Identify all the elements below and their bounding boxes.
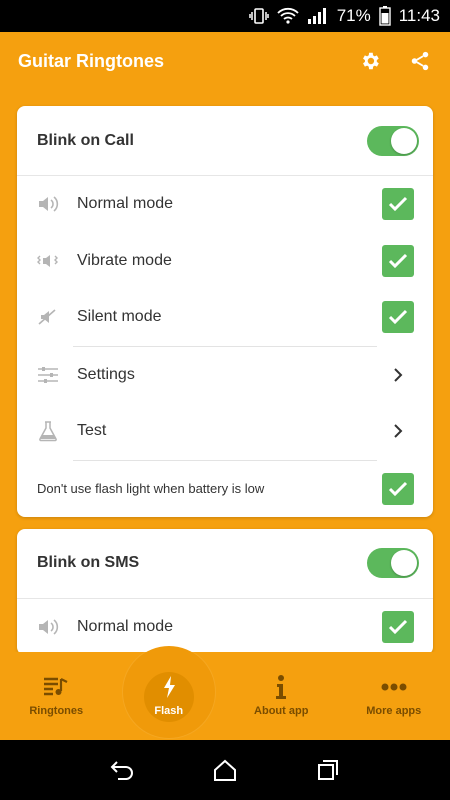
vibrate-mode-row[interactable]: Vibrate mode <box>17 233 433 290</box>
blink-on-call-toggle[interactable] <box>367 125 419 156</box>
vibrate-mode-checkbox[interactable] <box>382 244 414 277</box>
chevron-right-icon <box>382 359 414 391</box>
share-icon <box>411 51 429 71</box>
row-label: Vibrate mode <box>77 251 172 269</box>
silent-mode-row[interactable]: Silent mode <box>17 289 433 346</box>
wifi-icon <box>277 7 299 25</box>
nav-label: More apps <box>366 705 422 717</box>
content-scroll[interactable]: Blink on Call Normal mode Vibrate mode S… <box>0 90 450 652</box>
chevron-right-icon <box>382 415 414 447</box>
mute-icon <box>37 306 59 328</box>
home-icon <box>213 759 236 781</box>
app-bar: Guitar Ringtones <box>0 32 450 90</box>
more-dots-icon <box>381 675 407 699</box>
battery-low-checkbox[interactable] <box>382 472 414 505</box>
app-title: Guitar Ringtones <box>18 50 165 71</box>
blink-on-sms-toggle[interactable] <box>367 548 419 578</box>
blink-on-call-card: Blink on Call Normal mode Vibrate mode S… <box>17 106 433 517</box>
status-bar: 71% 11:43 <box>0 0 450 32</box>
nav-label: About app <box>254 705 309 717</box>
share-button[interactable] <box>400 41 440 81</box>
row-label: Normal mode <box>77 195 174 213</box>
nav-label: Flash <box>154 705 184 717</box>
vibrate-status-icon <box>248 7 269 25</box>
lightning-icon <box>161 675 177 699</box>
row-label: Silent mode <box>77 308 162 326</box>
sliders-icon <box>37 364 59 386</box>
sms-normal-mode-checkbox[interactable] <box>382 610 414 643</box>
card-header: Blink on Call <box>17 106 433 176</box>
sms-normal-mode-row[interactable]: Normal mode <box>17 599 433 653</box>
row-label: Normal mode <box>77 617 174 635</box>
card-title: Blink on SMS <box>37 554 140 571</box>
gear-icon <box>363 52 379 70</box>
vibrate-icon <box>37 250 59 272</box>
back-button[interactable] <box>102 750 142 790</box>
blink-on-sms-card: Blink on SMS Normal mode <box>17 528 433 653</box>
speaker-icon <box>37 616 59 638</box>
test-row[interactable]: Test <box>17 403 433 460</box>
normal-mode-row[interactable]: Normal mode <box>17 176 433 233</box>
card-title: Blink on Call <box>37 131 134 149</box>
silent-mode-checkbox[interactable] <box>382 301 414 334</box>
row-label: Don't use flash light when battery is lo… <box>37 481 265 496</box>
bottom-navigation: Ringtones Flash About app More apps <box>0 646 450 740</box>
system-navigation-bar <box>0 740 450 800</box>
recents-icon <box>318 760 339 780</box>
nav-flash[interactable]: Flash <box>113 646 226 740</box>
back-icon <box>110 761 133 780</box>
signal-icon <box>307 8 329 24</box>
settings-row[interactable]: Settings <box>17 347 433 404</box>
battery-low-row[interactable]: Don't use flash light when battery is lo… <box>17 461 433 517</box>
nav-about-app[interactable]: About app <box>225 652 338 740</box>
clock: 11:43 <box>398 6 440 25</box>
card-header: Blink on SMS <box>17 529 433 599</box>
battery-icon <box>379 6 391 26</box>
info-icon <box>275 675 287 699</box>
recents-button[interactable] <box>308 750 348 790</box>
nav-more-apps[interactable]: More apps <box>338 652 450 740</box>
nav-label: Ringtones <box>29 705 84 717</box>
normal-mode-checkbox[interactable] <box>382 188 414 221</box>
row-label: Settings <box>77 365 135 383</box>
speaker-icon <box>37 193 59 215</box>
row-label: Test <box>77 422 107 440</box>
settings-button[interactable] <box>350 41 390 81</box>
flask-icon <box>37 420 59 442</box>
nav-ringtones[interactable]: Ringtones <box>0 652 113 740</box>
music-list-icon <box>43 675 69 699</box>
battery-percent: 71% <box>336 6 371 25</box>
home-button[interactable] <box>205 750 245 790</box>
